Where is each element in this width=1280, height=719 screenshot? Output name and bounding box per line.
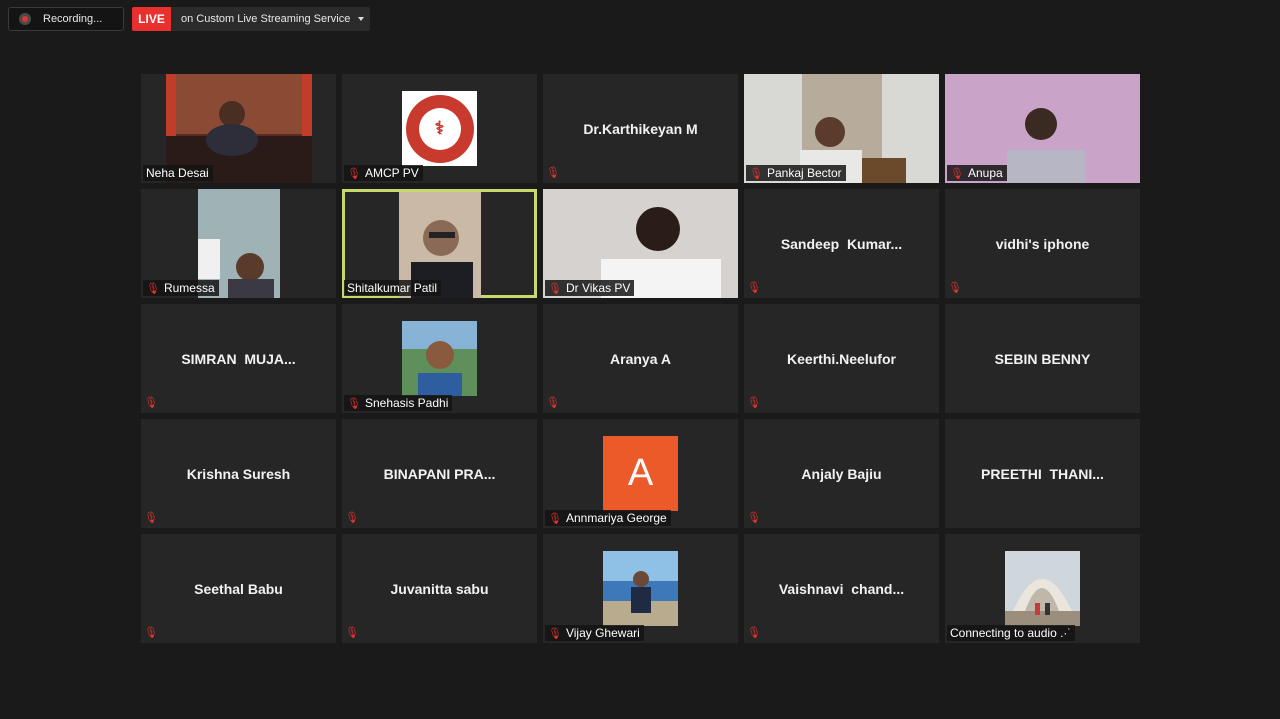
participant-tile[interactable]: Keerthi.Neelufor 🎙︎ bbox=[744, 304, 939, 413]
muted-mic-icon: 🎙︎ bbox=[347, 397, 361, 410]
muted-mic-icon: 🎙︎ bbox=[345, 512, 359, 524]
college-logo: ⚕ bbox=[402, 91, 477, 166]
participant-tile[interactable]: 🎙︎ Dr Vikas PV bbox=[543, 189, 738, 298]
participant-name: Sandeep Kumar... bbox=[780, 235, 903, 252]
participant-name: Dr.Karthikeyan M bbox=[583, 120, 698, 137]
participant-name: vidhi's iphone bbox=[995, 235, 1090, 252]
muted-mic-icon: 🎙︎ bbox=[747, 512, 761, 524]
muted-mic-icon: 🎙︎ bbox=[345, 627, 359, 639]
participant-tile[interactable]: Aranya A 🎙︎ bbox=[543, 304, 738, 413]
muted-mic-icon: 🎙︎ bbox=[548, 282, 562, 295]
participant-name: Aranya A bbox=[610, 350, 671, 367]
participant-tile[interactable]: Connecting to audio .·˙ bbox=[945, 534, 1140, 643]
participant-tile[interactable]: 🎙︎ Anupa bbox=[945, 74, 1140, 183]
participant-tile[interactable]: PREETHI THANI... bbox=[945, 419, 1140, 528]
muted-mic-icon: 🎙︎ bbox=[144, 397, 158, 409]
muted-mic-icon: 🎙︎ bbox=[546, 397, 560, 409]
participant-tile[interactable]: 🎙︎ Vijay Ghewari bbox=[543, 534, 738, 643]
muted-mic-icon: 🎙︎ bbox=[548, 512, 562, 525]
participant-label: Shitalkumar Patil bbox=[344, 280, 442, 296]
participant-label: 🎙︎ Anupa bbox=[947, 165, 1007, 181]
participant-tile[interactable]: vidhi's iphone 🎙︎ bbox=[945, 189, 1140, 298]
profile-photo bbox=[1005, 551, 1080, 626]
participant-tile[interactable]: Sandeep Kumar... 🎙︎ bbox=[744, 189, 939, 298]
participant-label: Neha Desai bbox=[143, 165, 213, 181]
participant-tile[interactable]: 🎙︎ Rumessa bbox=[141, 189, 336, 298]
live-service-dropdown[interactable]: on Custom Live Streaming Service bbox=[171, 7, 370, 31]
participant-tile[interactable]: SEBIN BENNY bbox=[945, 304, 1140, 413]
participant-label: 🎙︎ Dr Vikas PV bbox=[545, 280, 635, 296]
participant-name: Krishna Suresh bbox=[186, 465, 291, 482]
participant-tile[interactable]: Neha Desai bbox=[141, 74, 336, 183]
recording-label: Recording... bbox=[43, 13, 103, 25]
avatar: A bbox=[603, 436, 678, 511]
participant-tile[interactable]: Krishna Suresh 🎙︎ bbox=[141, 419, 336, 528]
live-badge: LIVE bbox=[132, 7, 171, 31]
participant-tile[interactable]: SIMRAN MUJA... 🎙︎ bbox=[141, 304, 336, 413]
muted-mic-icon: 🎙︎ bbox=[950, 167, 964, 180]
recording-indicator[interactable]: Recording... bbox=[8, 7, 124, 31]
participant-tile[interactable]: Anjaly Bajiu 🎙︎ bbox=[744, 419, 939, 528]
participant-tile[interactable]: Vaishnavi chand... 🎙︎ bbox=[744, 534, 939, 643]
participant-tile[interactable]: A 🎙︎ Annmariya George bbox=[543, 419, 738, 528]
record-icon bbox=[19, 13, 31, 25]
participant-name: Anjaly Bajiu bbox=[801, 465, 882, 482]
chevron-down-icon bbox=[358, 17, 365, 21]
participant-tile[interactable]: Seethal Babu 🎙︎ bbox=[141, 534, 336, 643]
live-service-label: on Custom Live Streaming Service bbox=[181, 13, 351, 25]
participant-name: Juvanitta sabu bbox=[390, 580, 489, 597]
participant-name: Keerthi.Neelufor bbox=[787, 350, 896, 367]
participant-tile[interactable]: Juvanitta sabu 🎙︎ bbox=[342, 534, 537, 643]
participant-tile[interactable]: 🎙︎ Pankaj Bector bbox=[744, 74, 939, 183]
muted-mic-icon: 🎙︎ bbox=[146, 282, 160, 295]
participant-tile[interactable]: ⚕ 🎙︎ AMCP PV bbox=[342, 74, 537, 183]
participant-tile[interactable]: BINAPANI PRA... 🎙︎ bbox=[342, 419, 537, 528]
muted-mic-icon: 🎙︎ bbox=[747, 282, 761, 294]
profile-photo bbox=[603, 551, 678, 626]
participant-label: 🎙︎ Annmariya George bbox=[545, 510, 671, 526]
participant-tile[interactable]: 🎙︎ Snehasis Padhi bbox=[342, 304, 537, 413]
muted-mic-icon: 🎙︎ bbox=[347, 167, 361, 180]
muted-mic-icon: 🎙︎ bbox=[548, 627, 562, 640]
gallery-grid: Neha Desai ⚕ 🎙︎ AMCP PV Dr.Karthikeyan M … bbox=[141, 74, 1140, 643]
muted-mic-icon: 🎙︎ bbox=[546, 167, 560, 179]
participant-label: 🎙︎ Vijay Ghewari bbox=[545, 625, 644, 641]
live-stream-status[interactable]: LIVE on Custom Live Streaming Service bbox=[132, 7, 370, 31]
participant-label: Connecting to audio .·˙ bbox=[947, 625, 1076, 641]
participant-label: 🎙︎ Pankaj Bector bbox=[746, 165, 846, 181]
profile-photo bbox=[402, 321, 477, 396]
participant-name: Vaishnavi chand... bbox=[778, 580, 905, 597]
muted-mic-icon: 🎙︎ bbox=[747, 627, 761, 639]
muted-mic-icon: 🎙︎ bbox=[144, 627, 158, 639]
participant-name: Seethal Babu bbox=[194, 580, 283, 597]
muted-mic-icon: 🎙︎ bbox=[749, 167, 763, 180]
muted-mic-icon: 🎙︎ bbox=[747, 397, 761, 409]
participant-name: PREETHI THANI... bbox=[981, 465, 1104, 482]
participant-label: 🎙︎ Snehasis Padhi bbox=[344, 395, 453, 411]
participant-tile[interactable]: Dr.Karthikeyan M 🎙︎ bbox=[543, 74, 738, 183]
participant-label: 🎙︎ AMCP PV bbox=[344, 165, 423, 181]
participant-name: BINAPANI PRA... bbox=[383, 465, 496, 482]
participant-label: 🎙︎ Rumessa bbox=[143, 280, 219, 296]
participant-tile-active-speaker[interactable]: Shitalkumar Patil bbox=[342, 189, 537, 298]
participant-name: SEBIN BENNY bbox=[994, 350, 1091, 367]
muted-mic-icon: 🎙︎ bbox=[948, 282, 962, 294]
muted-mic-icon: 🎙︎ bbox=[144, 512, 158, 524]
participant-name: SIMRAN MUJA... bbox=[181, 350, 296, 367]
